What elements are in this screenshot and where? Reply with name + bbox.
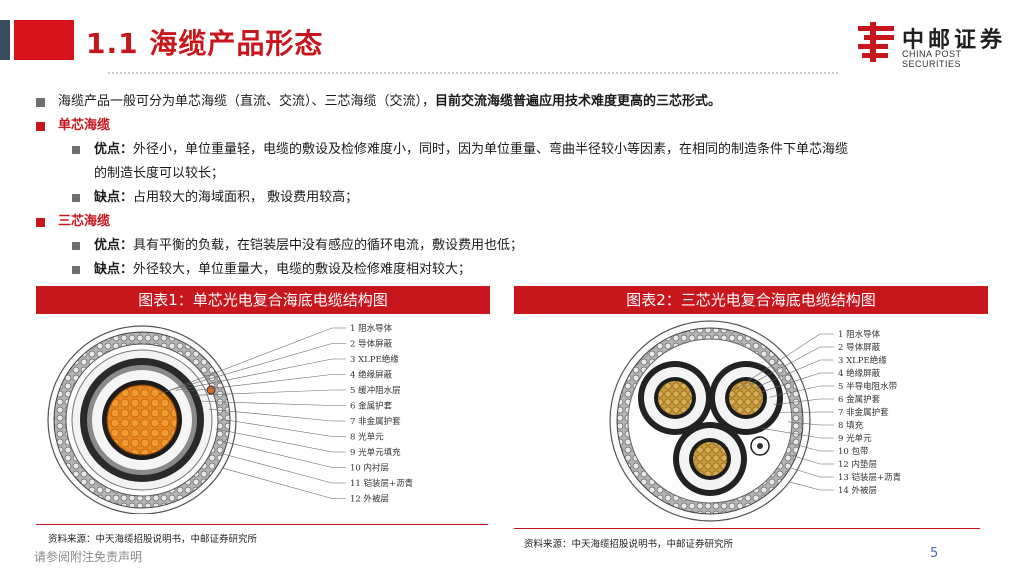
square-bullet-icon [72, 194, 80, 202]
square-bullet-icon [72, 146, 80, 154]
layer-label: 6 金属护套 [838, 394, 881, 405]
figure1-caption: 图表1：单芯光电复合海底电缆结构图 [36, 286, 490, 314]
pros-text-continued: 的制造长度可以较长； [94, 166, 225, 181]
bullet-single-heading: 单芯海缆 [34, 114, 994, 138]
three-core-heading: 三芯海缆 [58, 214, 111, 229]
square-bullet-icon [36, 98, 45, 107]
layer-label: 3 XLPE绝缘 [350, 354, 399, 365]
layer-label: 7 非金属护套 [838, 407, 889, 418]
cable-cross-section [609, 320, 811, 522]
china-post-logo-icon [858, 22, 894, 62]
layer-label: 5 半导电阻水带 [838, 381, 898, 392]
leader-line [221, 453, 346, 484]
bullet-intro: 海缆产品一般可分为单芯海缆（直流、交流）、三芯海缆（交流），目前交流海缆普遍应用… [34, 90, 994, 114]
layer-label: 12 内垫层 [838, 459, 877, 470]
single-core-cable-diagram: 1 阻水导体 2 导体屏蔽 3 XLPE绝缘 4 绝缘屏蔽 5 缓冲阻水层 6 金属护套 7… [47, 323, 413, 514]
bullet-triple-heading: 三芯海缆 [34, 210, 994, 234]
cons-label: 缺点： [94, 190, 134, 205]
company-logo: 中邮证券 CHINA POST SECURITIES [856, 20, 1016, 69]
layer-label: 10 包带 [838, 446, 869, 457]
single-cons: 缺点：占用较大的海域面积， 敷设费用较高； [70, 186, 994, 210]
square-bullet-icon [72, 242, 80, 250]
pros-text: 外径小，单位重量轻，电缆的敷设及检修难度小，同时，因为单位重量、弯曲半径较小等因… [133, 142, 849, 157]
layer-label: 8 填充 [838, 420, 864, 431]
page-title: 1.1 海缆产品形态 [86, 27, 324, 60]
bullet-list: 海缆产品一般可分为单芯海缆（直流、交流）、三芯海缆（交流），目前交流海缆普遍应用… [34, 90, 994, 282]
optical-unit [206, 385, 216, 395]
header-accent-red [14, 20, 74, 60]
title-divider [108, 72, 838, 74]
layer-label: 14 外被层 [838, 485, 877, 496]
header-accent-dark [0, 20, 10, 60]
layer-label: 9 光单元 [838, 433, 872, 444]
triple-pros: 优点：具有平衡的负载，在铠装层中没有感应的循环电流，敷设费用也低； [70, 234, 994, 258]
layer-label: 8 光单元 [350, 432, 384, 443]
figure1-source: 资料来源：中天海缆招股说明书，中邮证券研究所 [48, 534, 258, 545]
single-core-heading: 单芯海缆 [58, 118, 111, 133]
fig2-label-list: 1 阻水导体 2 导体屏蔽 3 XLPE绝缘 4 绝缘屏蔽 5 半导电阻水带 6 金属护套… [838, 329, 901, 496]
figure2-source: 资料来源：中天海缆招股说明书，中邮证券研究所 [524, 539, 734, 550]
figure1-source-rule [36, 524, 488, 525]
pros-text: 具有平衡的负载，在铠装层中没有感应的循环电流，敷设费用也低； [133, 238, 524, 253]
layer-label: 1 阻水导体 [350, 323, 393, 334]
layer-label: 1 阻水导体 [838, 329, 881, 340]
square-bullet-icon [36, 122, 45, 131]
layer-label: 11 铠装层+沥青 [350, 478, 413, 489]
intro-text: 海缆产品一般可分为单芯海缆（直流、交流）、三芯海缆（交流）， [58, 94, 436, 109]
pros-label: 优点： [94, 142, 134, 157]
cons-text: 外径较大，单位重量大，电缆的敷设及检修难度相对较大； [133, 262, 472, 277]
intro-bold-text: 目前交流海缆普遍应用技术难度更高的三芯形式。 [435, 94, 722, 109]
layer-label: 4 绝缘屏蔽 [350, 370, 393, 381]
core-bottom [673, 422, 747, 496]
layer-label: 2 导体屏蔽 [350, 339, 393, 350]
triple-cons: 缺点：外径较大，单位重量大，电缆的敷设及检修难度相对较大； [70, 258, 994, 282]
layer-label: 3 XLPE绝缘 [838, 355, 887, 366]
layer-label: 4 绝缘屏蔽 [838, 368, 881, 379]
layer-label: 9 光单元填充 [350, 447, 401, 458]
page-number: 5 [930, 546, 939, 561]
layer-label: 13 铠装层+沥青 [838, 472, 901, 483]
layer-label: 6 金属护套 [350, 401, 393, 412]
three-core-cable-diagram: 1 阻水导体 2 导体屏蔽 3 XLPE绝缘 4 绝缘屏蔽 5 半导电阻水带 6 金属护套… [609, 320, 901, 522]
figure2-source-rule [514, 528, 980, 529]
layer-label: 7 非金属护套 [350, 416, 401, 427]
cable-cross-section [47, 325, 237, 514]
layer-label: 2 导体屏蔽 [838, 342, 881, 353]
leader-line [221, 467, 346, 499]
disclaimer-text: 请参阅附注免责声明 [34, 550, 143, 564]
square-bullet-icon [72, 266, 80, 274]
square-bullet-icon [36, 218, 45, 227]
leader-line [788, 481, 834, 491]
cons-text: 占用较大的海域面积， 敷设费用较高； [133, 190, 359, 205]
pros-label: 优点： [94, 238, 134, 253]
leader-line [217, 439, 346, 468]
single-pros: 优点：外径小，单位重量轻，电缆的敷设及检修难度小，同时，因为单位重量、弯曲半径较… [70, 138, 994, 186]
layer-label: 5 缓冲阻水层 [350, 385, 401, 396]
layer-label: 12 外被层 [350, 494, 389, 505]
logo-text-en: CHINA POST SECURITIES [902, 49, 962, 69]
layer-label: 10 内衬层 [350, 463, 389, 474]
cons-label: 缺点： [94, 262, 134, 277]
fig1-label-list: 1 阻水导体 2 导体屏蔽 3 XLPE绝缘 4 绝缘屏蔽 5 缓冲阻水层 6 金属护套 7… [350, 323, 413, 505]
figure2-caption: 图表2：三芯光电复合海底电缆结构图 [514, 286, 988, 314]
